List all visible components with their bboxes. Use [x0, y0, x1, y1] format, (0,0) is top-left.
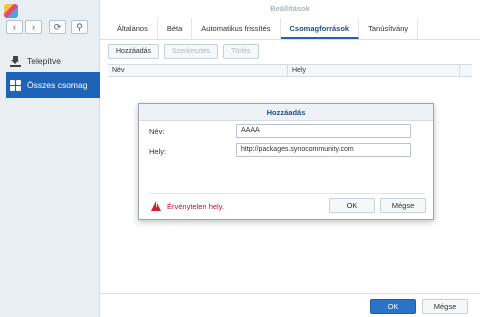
ok-button[interactable]: OK	[370, 299, 416, 314]
sidebar-item-all-packages[interactable]: Összes csomag	[6, 72, 100, 98]
tab-general[interactable]: Általános	[108, 18, 158, 39]
add-source-dialog: Hozzáadás Név: AAAA Hely: http://package…	[138, 103, 434, 220]
tab-bar: Általános Béta Automatikus frissítés Cso…	[100, 18, 480, 40]
tab-auto-update[interactable]: Automatikus frissítés	[192, 18, 281, 39]
app-logo-icon	[4, 4, 18, 18]
window-title: Beállítások	[270, 4, 310, 13]
forward-icon[interactable]: ›	[25, 20, 42, 34]
error-text: Érvénytelen hely.	[167, 201, 224, 211]
dialog-cancel-button[interactable]: Mégse	[380, 198, 426, 213]
column-header-name[interactable]: Név	[108, 65, 288, 76]
dialog-title: Hozzáadás	[139, 104, 433, 121]
tab-package-sources[interactable]: Csomagforrások	[280, 18, 360, 39]
refresh-icon[interactable]: ⟳	[49, 20, 66, 34]
cancel-button[interactable]: Mégse	[422, 299, 468, 314]
location-field[interactable]: http://packages.synocommunity.com	[236, 143, 411, 157]
sidebar-item-label: Telepítve	[27, 56, 62, 66]
delete-button[interactable]: Törlés	[223, 44, 259, 59]
tab-certificate[interactable]: Tanúsítvány	[359, 18, 419, 39]
toolbar: Hozzáadás Szerkesztés Törlés	[100, 40, 480, 62]
location-label: Hely:	[149, 147, 167, 156]
dialog-ok-button[interactable]: OK	[329, 198, 375, 213]
footer: OK Mégse	[100, 293, 480, 317]
name-label: Név:	[149, 127, 165, 136]
column-header-location[interactable]: Hely	[288, 65, 460, 76]
warning-icon	[151, 201, 162, 211]
sidebar-item-label: Összes csomag	[27, 80, 88, 90]
error-message: Érvénytelen hely.	[151, 201, 224, 211]
sidebar-item-installed[interactable]: Telepítve	[6, 48, 100, 74]
grid-icon	[10, 79, 21, 91]
divider	[149, 193, 425, 194]
name-field[interactable]: AAAA	[236, 124, 411, 138]
table-header: Név Hely	[108, 64, 472, 77]
download-icon	[10, 55, 21, 67]
tab-beta[interactable]: Béta	[158, 18, 193, 39]
edit-button[interactable]: Szerkesztés	[164, 44, 219, 59]
nav-buttons: ‹ › ⟳ ⚲	[6, 20, 88, 34]
search-icon[interactable]: ⚲	[71, 20, 88, 34]
sidebar: ‹ › ⟳ ⚲ Telepítve Összes csomag	[0, 0, 100, 317]
back-icon[interactable]: ‹	[6, 20, 23, 34]
add-button[interactable]: Hozzáadás	[108, 44, 160, 59]
